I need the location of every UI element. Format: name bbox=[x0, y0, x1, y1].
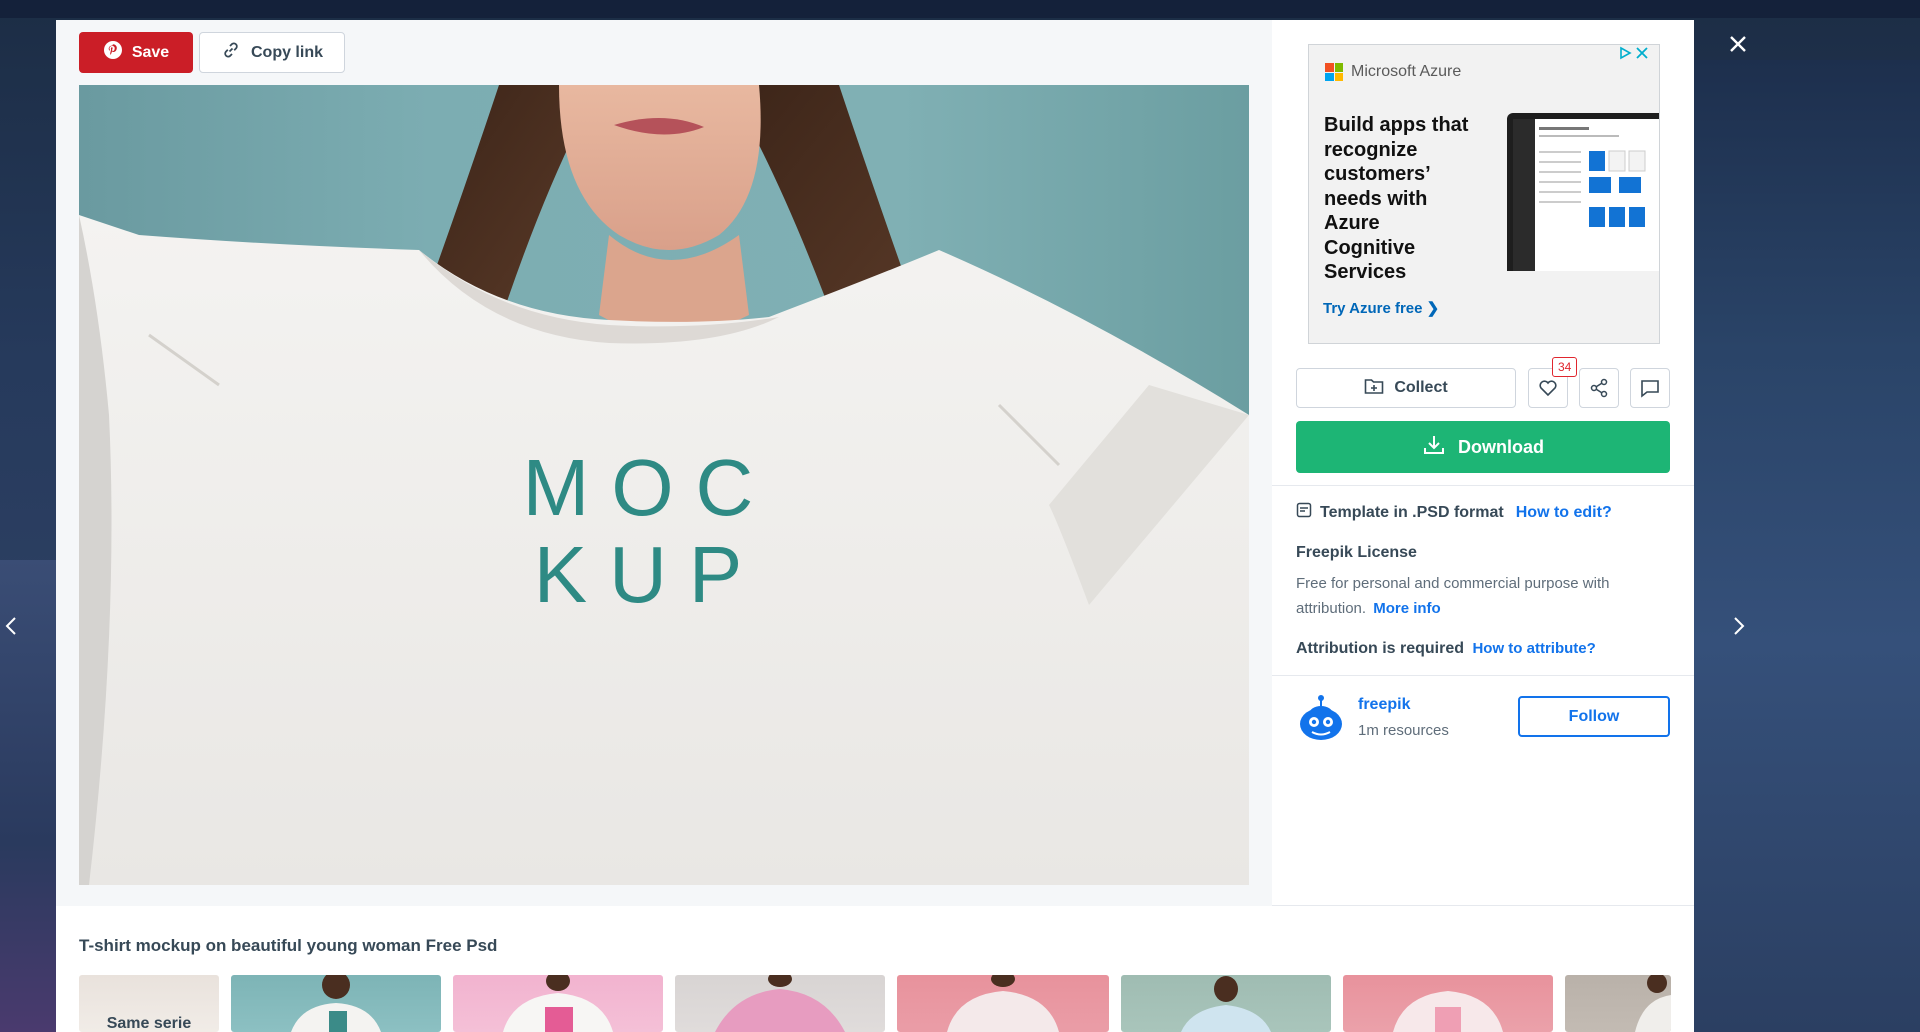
related-title: T-shirt mockup on beautiful young woman … bbox=[79, 936, 498, 955]
thumbnail[interactable] bbox=[897, 975, 1109, 1032]
download-button[interactable]: Download bbox=[1296, 421, 1670, 473]
template-format-text: Template in .PSD format bbox=[1320, 503, 1504, 521]
download-icon bbox=[1422, 433, 1446, 462]
collect-button[interactable]: Collect bbox=[1296, 368, 1516, 408]
like-count-badge: 34 bbox=[1552, 357, 1578, 377]
action-row: Collect 34 bbox=[1296, 357, 1670, 408]
author-card: freepik 1m resources Follow bbox=[1296, 690, 1670, 746]
link-icon bbox=[221, 40, 241, 65]
license-title: Freepik License bbox=[1296, 544, 1417, 561]
divider bbox=[1272, 675, 1694, 676]
previous-arrow-icon[interactable] bbox=[0, 614, 24, 638]
ad-brand-name: Microsoft Azure bbox=[1351, 63, 1462, 80]
close-icon[interactable] bbox=[1724, 30, 1752, 58]
how-to-edit-link[interactable]: How to edit? bbox=[1516, 504, 1612, 522]
ad-close-icon[interactable] bbox=[1635, 46, 1649, 60]
download-label: Download bbox=[1458, 436, 1544, 457]
ad-headline: Build apps that recognize customers’ nee… bbox=[1324, 114, 1469, 283]
shirt-text-line2: KUP bbox=[534, 530, 765, 619]
comment-button[interactable] bbox=[1630, 368, 1670, 408]
thumbnail[interactable] bbox=[1565, 975, 1671, 1032]
ad-info-icon[interactable] bbox=[1618, 46, 1632, 60]
advertisement[interactable]: Microsoft Azure Build apps that recogniz… bbox=[1308, 44, 1660, 344]
file-format-icon bbox=[1296, 502, 1312, 523]
background-topbar bbox=[0, 0, 1920, 18]
preview-image: MOC KUP bbox=[79, 85, 1249, 885]
license-description: Free for personal and commercial purpose… bbox=[1296, 571, 1636, 621]
shirt-text-line1: MOC bbox=[523, 443, 776, 532]
attribution-line: Attribution is required How to attribute… bbox=[1296, 640, 1596, 658]
comment-icon bbox=[1641, 380, 1659, 398]
copy-link-label: Copy link bbox=[250, 43, 323, 61]
license-text: Free for personal and commercial purpose… bbox=[1296, 575, 1610, 617]
ad-brand: Microsoft Azure bbox=[1325, 63, 1461, 81]
copy-link-button[interactable]: Copy link bbox=[199, 32, 345, 73]
resource-modal: Save Copy link MOC KUP Microsoft Azure B… bbox=[56, 20, 1694, 1032]
details-panel: Microsoft Azure Build apps that recogniz… bbox=[1272, 20, 1694, 906]
preview-panel: Save Copy link MOC KUP bbox=[56, 20, 1272, 906]
thumbnail[interactable] bbox=[1343, 975, 1553, 1032]
how-to-attribute-link[interactable]: How to attribute? bbox=[1472, 640, 1595, 657]
folder-add-icon bbox=[1364, 377, 1384, 400]
divider bbox=[1272, 485, 1694, 486]
thumbnail[interactable] bbox=[231, 975, 441, 1032]
share-icon bbox=[1590, 378, 1608, 398]
attribution-text: Attribution is required bbox=[1296, 640, 1464, 657]
more-info-link[interactable]: More info bbox=[1373, 600, 1441, 617]
thumbnail[interactable] bbox=[675, 975, 885, 1032]
pinterest-save-button[interactable]: Save bbox=[79, 32, 193, 73]
background-right bbox=[1694, 60, 1920, 1032]
ad-cta-link[interactable]: Try Azure free ❯ bbox=[1323, 299, 1439, 317]
thumbnail[interactable] bbox=[1121, 975, 1331, 1032]
ad-choices[interactable] bbox=[1618, 46, 1649, 60]
template-format-line: Template in .PSD format How to edit? bbox=[1296, 502, 1612, 523]
share-button[interactable] bbox=[1579, 368, 1619, 408]
heart-icon bbox=[1539, 380, 1557, 397]
like-button[interactable]: 34 bbox=[1528, 357, 1578, 408]
collect-label: Collect bbox=[1394, 379, 1448, 396]
laptop-illustration bbox=[1507, 113, 1659, 271]
thumbnail-same-serie[interactable]: Same serie bbox=[79, 975, 219, 1032]
follow-button[interactable]: Follow bbox=[1518, 696, 1670, 737]
freepik-avatar-icon[interactable] bbox=[1296, 692, 1346, 742]
related-thumbnails: Same serie bbox=[79, 975, 1671, 1032]
next-arrow-icon[interactable] bbox=[1726, 614, 1750, 638]
same-serie-label: Same serie bbox=[106, 1015, 192, 1032]
microsoft-logo-icon bbox=[1325, 63, 1343, 81]
author-resources: 1m resources bbox=[1358, 722, 1449, 739]
pinterest-icon bbox=[103, 40, 123, 65]
save-label: Save bbox=[131, 43, 170, 61]
thumbnail[interactable] bbox=[453, 975, 663, 1032]
author-name[interactable]: freepik bbox=[1358, 696, 1410, 714]
